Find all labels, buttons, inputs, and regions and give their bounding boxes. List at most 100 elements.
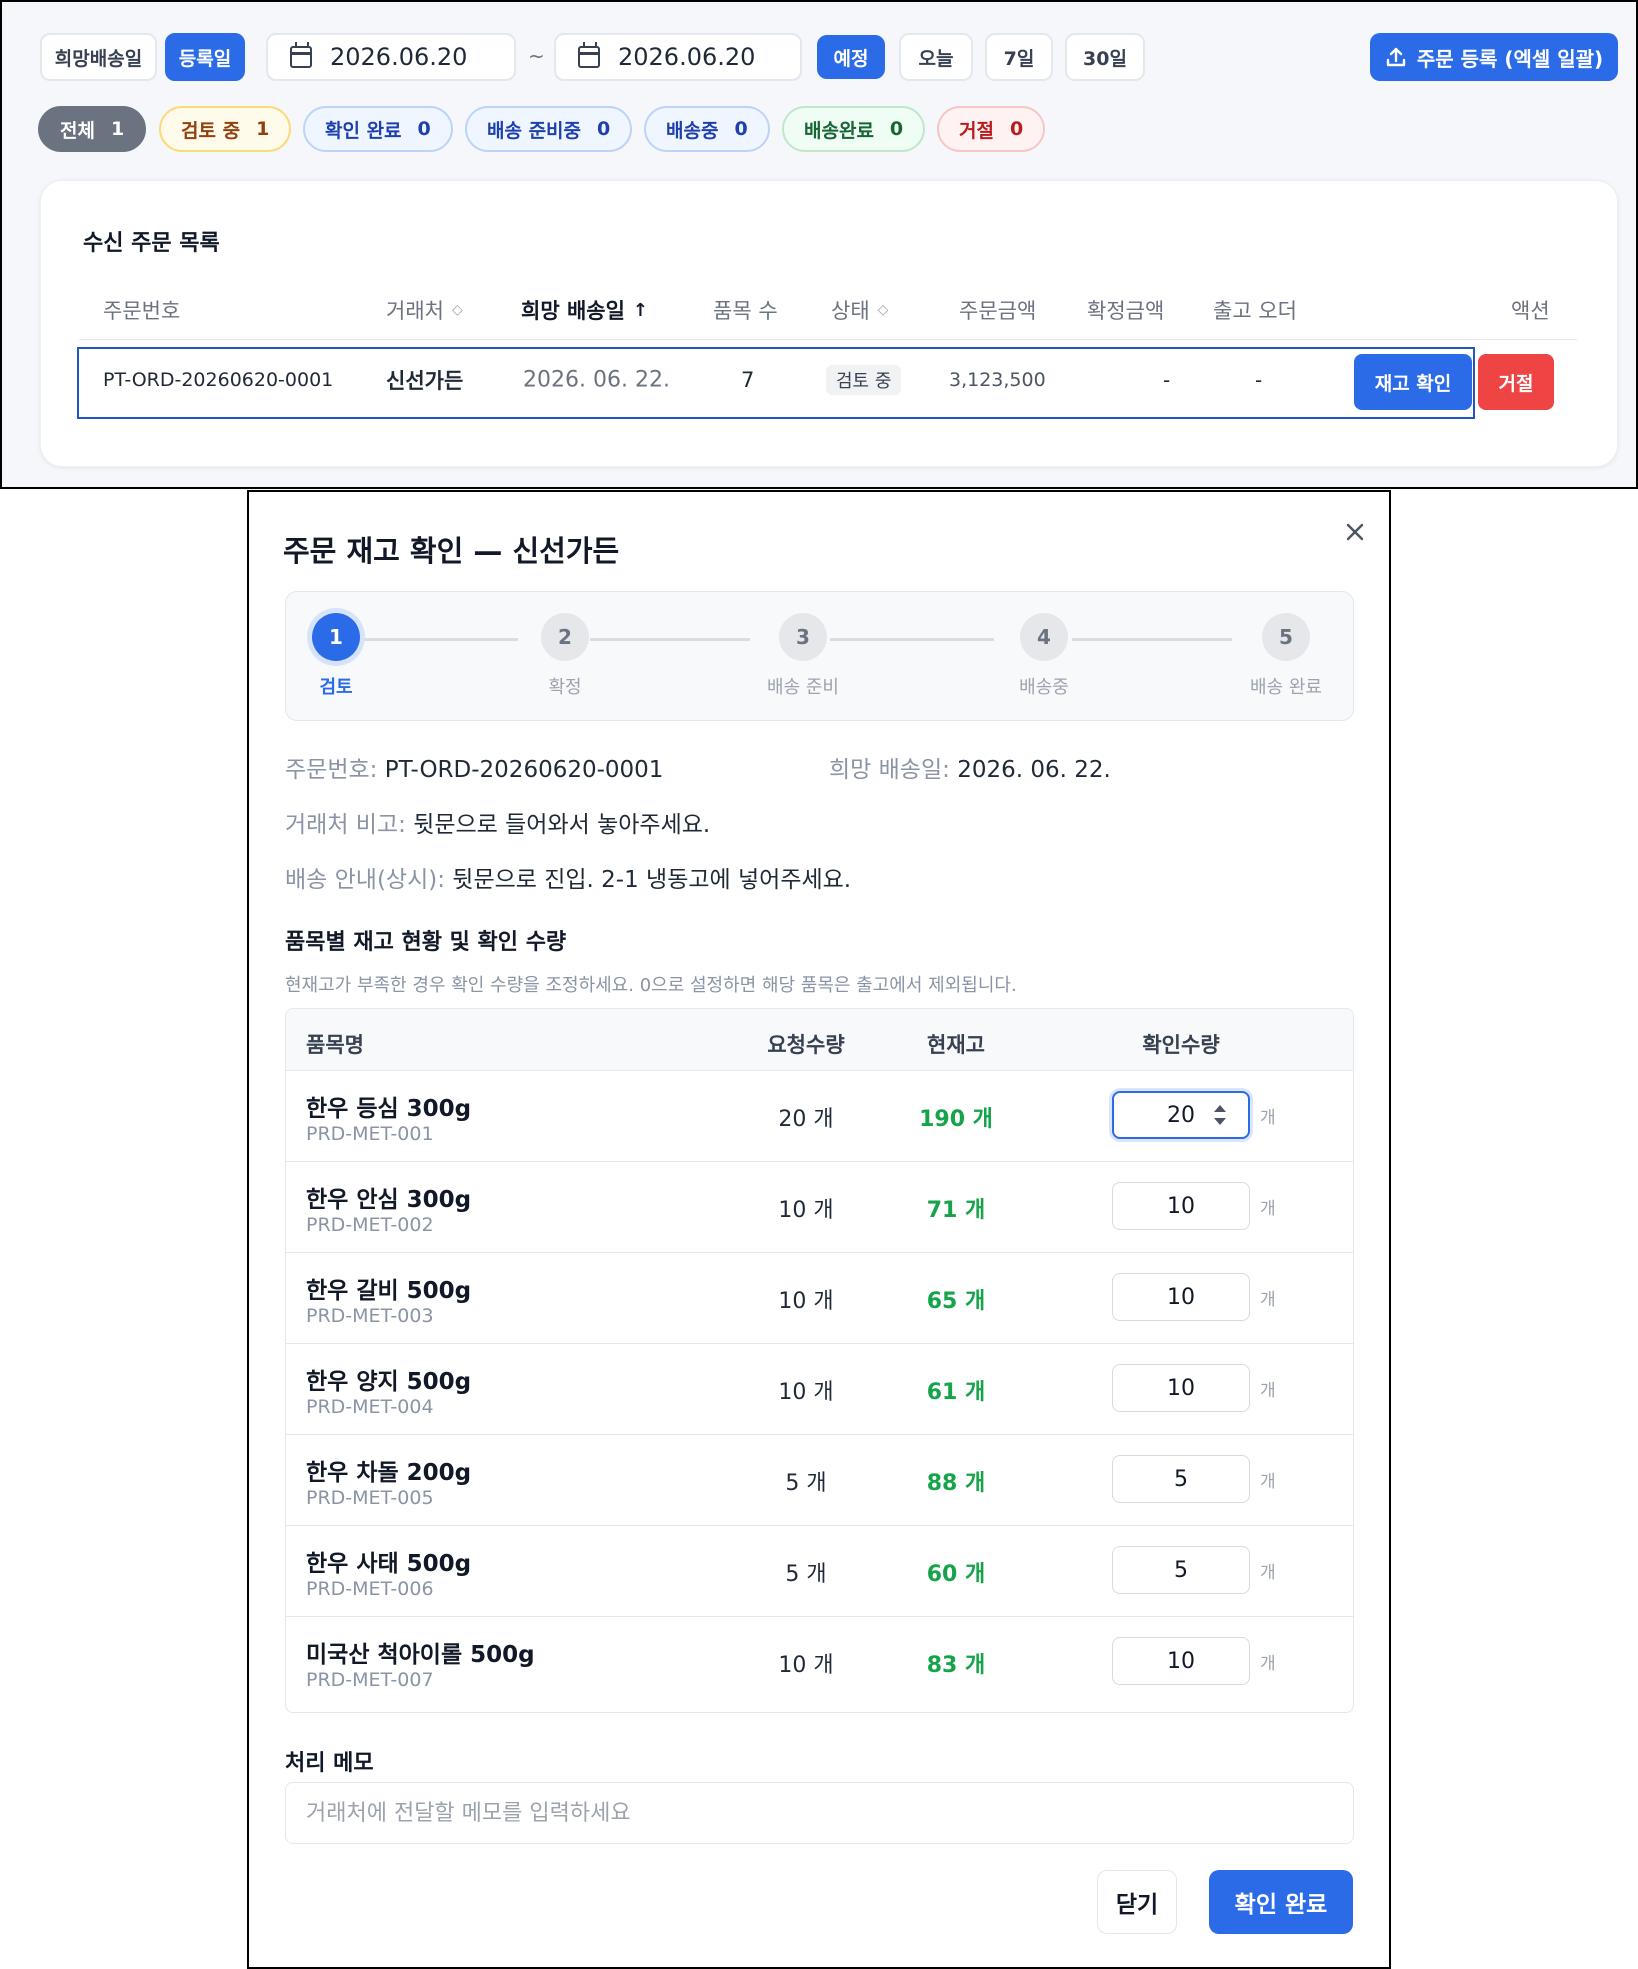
confirm-qty-input[interactable] xyxy=(1112,1182,1250,1230)
status-filter-label: 배송중 xyxy=(666,119,719,142)
status-filter-label: 배송완료 xyxy=(804,119,874,142)
status-filter-confirmed[interactable]: 확인 완료 0 xyxy=(303,106,453,152)
item-stock: 88 개 xyxy=(926,1471,986,1496)
qty-unit: 개 xyxy=(1260,1290,1276,1310)
status-filter-reviewing[interactable]: 검토 중 1 xyxy=(159,106,292,152)
item-name: 한우 등심 300g xyxy=(306,1096,472,1122)
order-list-panel: 희망배송일 등록일 2026.06.20 ~ 2026.06.20 예정 오늘 … xyxy=(0,0,1638,489)
column-client[interactable]: 거래처 ◇ xyxy=(386,295,463,325)
table-row: 한우 안심 300g PRD-MET-002 10 개 71 개 개 xyxy=(286,1162,1353,1253)
table-row: 한우 차돌 200g PRD-MET-005 5 개 88 개 개 xyxy=(286,1435,1353,1526)
quick-range-scheduled-button[interactable]: 예정 xyxy=(817,35,885,79)
status-badge: 검토 중 xyxy=(826,365,902,395)
header-stock: 현재고 xyxy=(927,1033,985,1057)
item-code: PRD-MET-001 xyxy=(306,1123,434,1145)
date-to-input[interactable]: 2026.06.20 xyxy=(554,33,802,81)
quick-range-today-button[interactable]: 오늘 xyxy=(899,33,973,81)
item-name: 한우 차돌 200g xyxy=(306,1460,472,1486)
confirm-qty-input[interactable] xyxy=(1112,1455,1250,1503)
date-to-value: 2026.06.20 xyxy=(618,43,756,71)
status-filter-count: 0 xyxy=(597,118,611,140)
sort-icon: ◇ xyxy=(451,302,463,318)
item-code: PRD-MET-003 xyxy=(306,1305,434,1327)
order-list-title: 수신 주문 목록 xyxy=(83,231,220,256)
upload-orders-button[interactable]: 주문 등록 (엑셀 일괄) xyxy=(1370,33,1618,81)
step-3-label: 배송 준비 xyxy=(767,677,839,698)
date-from-value: 2026.06.20 xyxy=(330,43,468,71)
item-code: PRD-MET-006 xyxy=(306,1578,434,1600)
status-filter-count: 0 xyxy=(1009,118,1024,140)
client-note-info: 거래처 비고: 뒷문으로 들어와서 놓아주세요. xyxy=(285,812,711,838)
item-stock: 190 개 xyxy=(919,1107,993,1132)
qty-unit: 개 xyxy=(1260,1108,1276,1128)
reject-button[interactable]: 거절 xyxy=(1478,354,1554,410)
quick-range-30d-button[interactable]: 30일 xyxy=(1065,33,1145,81)
items-section-title: 품목별 재고 현황 및 확인 수량 xyxy=(285,930,567,955)
status-filter-all[interactable]: 전체 1 xyxy=(38,106,147,152)
shipping-order-cell: - xyxy=(1255,368,1263,392)
date-from-input[interactable]: 2026.06.20 xyxy=(266,33,516,81)
memo-title: 처리 메모 xyxy=(285,1751,374,1776)
step-connector xyxy=(830,638,994,641)
confirm-qty-input[interactable] xyxy=(1112,1364,1250,1412)
table-row: 한우 갈비 500g PRD-MET-003 10 개 65 개 개 xyxy=(286,1253,1353,1344)
confirm-qty-input[interactable] xyxy=(1112,1546,1250,1594)
item-requested: 10 개 xyxy=(778,1289,834,1314)
sort-icon: ◇ xyxy=(877,302,889,318)
date-type-registered-button[interactable]: 등록일 xyxy=(165,33,245,81)
close-button[interactable]: 닫기 xyxy=(1097,1870,1177,1934)
date-range-separator: ~ xyxy=(528,44,545,68)
upload-icon xyxy=(1385,46,1407,68)
column-delivery-date[interactable]: 희망 배송일 ↑ xyxy=(521,295,648,325)
status-filter-count: 1 xyxy=(110,118,125,140)
qty-unit: 개 xyxy=(1260,1654,1276,1674)
quick-range-7d-button[interactable]: 7일 xyxy=(985,33,1053,81)
step-connector xyxy=(590,638,750,641)
check-stock-button[interactable]: 재고 확인 xyxy=(1354,354,1472,410)
step-5-label: 배송 완료 xyxy=(1250,677,1322,698)
item-name: 한우 양지 500g xyxy=(306,1369,472,1395)
step-3-dot: 3 xyxy=(779,613,827,661)
memo-input[interactable] xyxy=(285,1782,1354,1844)
upload-orders-label: 주문 등록 (엑셀 일괄) xyxy=(1416,46,1604,71)
column-actions: 액션 xyxy=(1511,299,1550,323)
step-2-label: 확정 xyxy=(548,677,582,698)
step-1-dot: 1 xyxy=(312,613,360,661)
item-requested: 20 개 xyxy=(778,1107,834,1132)
status-filter-shipping[interactable]: 배송중 0 xyxy=(644,106,770,152)
column-confirmed-amount: 확정금액 xyxy=(1087,299,1165,323)
confirm-complete-button[interactable]: 확인 완료 xyxy=(1209,1870,1353,1934)
item-requested: 10 개 xyxy=(778,1198,834,1223)
stepper-arrows-icon[interactable] xyxy=(1210,1100,1230,1130)
item-code: PRD-MET-007 xyxy=(306,1669,434,1691)
status-filter-label: 전체 xyxy=(60,119,95,142)
calendar-icon xyxy=(290,42,312,68)
step-connector xyxy=(358,638,518,641)
status-filter-count: 1 xyxy=(256,118,270,140)
status-filter-label: 확인 완료 xyxy=(325,119,402,142)
header-confirm-qty: 확인수량 xyxy=(1142,1033,1220,1057)
item-name: 한우 사태 500g xyxy=(306,1551,472,1577)
status-filter-rejected[interactable]: 거절 0 xyxy=(937,106,1046,152)
calendar-icon xyxy=(578,42,600,68)
order-amount-cell: 3,123,500 xyxy=(949,369,1046,391)
step-2-dot: 2 xyxy=(541,613,589,661)
column-status[interactable]: 상태 ◇ xyxy=(831,295,888,325)
item-requested: 5 개 xyxy=(785,1562,827,1587)
table-row: 한우 양지 500g PRD-MET-004 10 개 61 개 개 xyxy=(286,1344,1353,1435)
column-order-amount: 주문금액 xyxy=(959,299,1037,323)
confirm-qty-input[interactable] xyxy=(1112,1273,1250,1321)
close-icon[interactable] xyxy=(1343,520,1367,544)
qty-unit: 개 xyxy=(1260,1563,1276,1583)
qty-unit: 개 xyxy=(1260,1199,1276,1219)
status-filter-delivered[interactable]: 배송완료 0 xyxy=(782,106,926,152)
date-type-delivery-button[interactable]: 희망배송일 xyxy=(40,33,157,81)
status-filter-preparing[interactable]: 배송 준비중 0 xyxy=(465,106,633,152)
item-stock: 61 개 xyxy=(926,1380,986,1405)
confirm-qty-input[interactable] xyxy=(1112,1637,1250,1685)
step-4-dot: 4 xyxy=(1020,613,1068,661)
table-row: 미국산 척아이롤 500g PRD-MET-007 10 개 83 개 개 xyxy=(286,1617,1353,1708)
step-5-dot: 5 xyxy=(1262,613,1310,661)
header-requested: 요청수량 xyxy=(767,1033,845,1057)
table-row: 한우 등심 300g PRD-MET-001 20 개 190 개 개 xyxy=(286,1071,1353,1162)
